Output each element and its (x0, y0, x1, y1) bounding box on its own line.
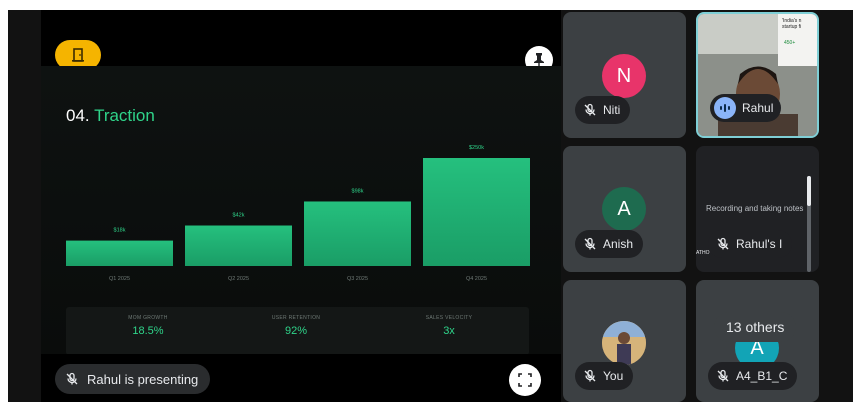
stat-label: USER RETENTION (271, 315, 321, 321)
stat-label: MOM GROWTH (128, 315, 168, 321)
presentation-area: 04. Traction $18k Q1 2025 $42k Q2 2025 $98k Q… (41, 10, 561, 402)
chart-category-label: Q1 2025 (109, 276, 130, 282)
fullscreen-icon (518, 373, 532, 387)
stat-value: 3x (443, 325, 455, 337)
participant-name-chip: A4_B1_C (708, 362, 798, 390)
participant-name: Rahul (742, 101, 774, 115)
presentation-top-bar (41, 10, 561, 74)
participant-name: Rahul's I (736, 237, 783, 251)
participant-tile-niti[interactable]: N Niti (563, 12, 686, 138)
video-badge: 450+ (784, 40, 796, 46)
chart-category-label: Q3 2025 (347, 276, 368, 282)
profile-photo (602, 321, 646, 365)
participant-name-chip: Rahul's I (708, 230, 793, 258)
stat-value: 92% (284, 325, 308, 337)
stat-user-retention: USER RETENTION 92% (221, 307, 371, 355)
traction-bar-chart: $18k Q1 2025 $42k Q2 2025 $98k Q3 2025 $250k Q4… (66, 145, 530, 282)
chart-category-label: Q4 2025 (466, 276, 487, 282)
mic-off-icon (717, 369, 729, 382)
recording-notice: Recording and taking notes (706, 204, 804, 213)
stat-sales-velocity: SALES VELOCITY 3x (374, 307, 524, 355)
stats-strip: MOM GROWTH 18.5% USER RETENTION 92% SALE… (66, 307, 529, 355)
presenting-label: Rahul is presenting (87, 371, 199, 387)
scrollbar[interactable] (807, 176, 811, 272)
chart-bar (423, 158, 530, 266)
door-icon (72, 48, 84, 62)
mic-off-icon (584, 237, 596, 250)
chart-value-label: $250k (469, 145, 484, 151)
participant-tile-anish[interactable]: A Anish (563, 146, 686, 272)
fullscreen-button[interactable] (509, 364, 541, 396)
avatar: A (602, 187, 646, 231)
others-count-chip[interactable]: 13 others (714, 312, 797, 342)
participant-name-chip: Rahul (710, 94, 782, 122)
chart-category-label: Q2 2025 (228, 276, 249, 282)
avatar (602, 321, 646, 365)
stat-mom-growth: MOM GROWTH 18.5% (73, 307, 223, 355)
meeting-window: 04. Traction $18k Q1 2025 $42k Q2 2025 $98k Q… (8, 10, 853, 402)
participant-name: You (603, 369, 624, 383)
chart-value-label: $18k (114, 228, 126, 234)
shared-footer-text: ATHO (696, 250, 710, 256)
scrollbar-thumb[interactable] (807, 176, 811, 206)
stat-label: SALES VELOCITY (425, 315, 473, 321)
mic-off-icon (717, 237, 729, 250)
chart-bar (304, 201, 411, 266)
chart-value-label: $98k (352, 188, 364, 194)
participant-tile-rahul[interactable]: 'India's n startup fi 450+ Rahul (696, 12, 819, 138)
audio-wave-icon (714, 97, 736, 119)
mic-off-icon (584, 369, 596, 382)
participant-name: Anish (603, 237, 634, 251)
avatar-initial: N (616, 64, 632, 87)
chart-bar (66, 240, 173, 266)
chart-bar (185, 225, 292, 266)
participant-name-chip: Niti (575, 96, 631, 124)
participant-tile-rahuls-presentation[interactable]: Recording and taking notes ATHO Rahul's … (696, 146, 819, 272)
presentation-bottom-bar: Rahul is presenting (41, 354, 561, 402)
chart-value-label: $42k (233, 213, 245, 219)
participant-tile-you[interactable]: You (563, 280, 686, 402)
presentation-slide: 04. Traction $18k Q1 2025 $42k Q2 2025 $98k Q… (41, 66, 561, 355)
participant-name-chip: Anish (575, 230, 644, 258)
participant-name-chip: You (575, 362, 634, 390)
mic-off-icon (584, 103, 596, 116)
avatar: N (602, 54, 646, 98)
participant-name: Niti (603, 103, 621, 117)
avatar-initial: A (617, 197, 631, 220)
video-caption: 'India's n startup fi (782, 18, 802, 30)
stat-value: 18.5% (132, 325, 164, 337)
presenting-indicator: Rahul is presenting (55, 364, 211, 394)
participant-tile-others[interactable]: A 13 others A4_B1_C (696, 280, 819, 402)
mic-off-icon (66, 372, 78, 385)
participant-name: A4_B1_C (736, 369, 788, 383)
